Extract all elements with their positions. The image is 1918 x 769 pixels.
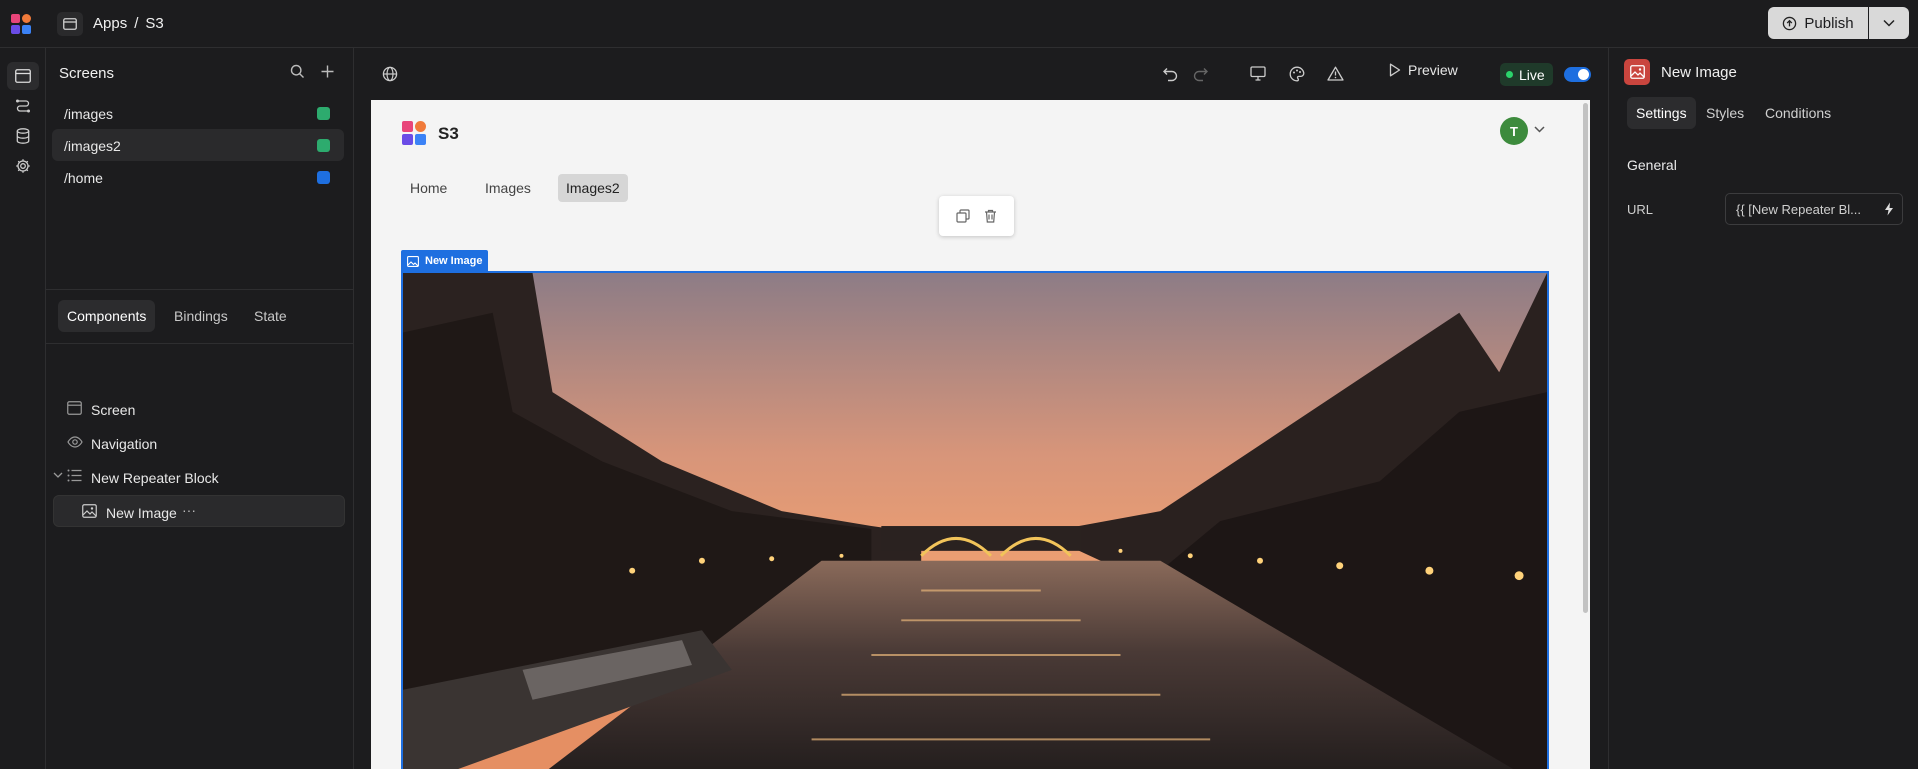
tab-conditions[interactable]: Conditions [1756,97,1840,129]
breadcrumb-apps[interactable]: Apps [93,15,127,32]
screen-status-square [317,107,330,120]
gear-icon [16,159,30,173]
layout-icon [15,69,31,83]
tab-settings[interactable]: Settings [1627,97,1696,129]
navigation-rail [0,48,46,769]
url-label: URL [1627,202,1654,217]
tree-item-repeater[interactable]: New Repeater Block [53,461,345,493]
breadcrumb-separator: / [134,15,139,32]
tree-item-label: Navigation [91,436,158,452]
nav-link-images[interactable]: Images [477,174,539,202]
upload-icon [1783,16,1797,30]
image-icon [1624,59,1650,85]
palette-icon[interactable] [1289,66,1305,82]
live-status-badge: Live [1500,63,1553,86]
breadcrumb: Apps / S3 [93,15,164,32]
screen-status-square [317,171,330,184]
database-icon [16,128,30,144]
publish-options-button[interactable] [1869,7,1909,39]
desktop-icon[interactable] [1250,66,1266,81]
toggle-knob [1578,69,1589,80]
trash-icon[interactable] [984,209,997,223]
globe-icon[interactable] [382,66,398,82]
screen-path: /images2 [64,138,121,154]
chevron-down-icon [1883,19,1895,27]
right-panel: New Image Settings Styles Conditions Gen… [1608,48,1918,769]
top-bar [0,0,1918,48]
canal-sunset-photo [403,273,1547,769]
rail-automations-button[interactable] [7,92,39,120]
more-options-icon[interactable]: ··· [182,502,196,518]
eye-icon [67,435,83,449]
search-icon [290,64,304,78]
tab-components[interactable]: Components [58,300,156,332]
tree-item-navigation[interactable]: Navigation [53,427,345,459]
image-icon [407,255,419,267]
nav-link-home[interactable]: Home [402,174,455,202]
preview-button[interactable]: Preview [1389,62,1458,78]
duplicate-icon[interactable] [956,209,970,223]
warning-icon[interactable] [1327,66,1344,81]
redo-icon[interactable] [1192,66,1209,82]
publish-label: Publish [1804,14,1854,32]
chevron-down-icon[interactable] [53,472,63,479]
chevron-down-icon[interactable] [1534,126,1545,133]
add-screen-button[interactable] [320,64,335,79]
tree-item-label: Screen [91,402,136,418]
publish-button[interactable]: Publish [1768,7,1868,39]
user-avatar[interactable]: T [1500,117,1528,145]
tab-state[interactable]: State [245,300,296,332]
rail-settings-button[interactable] [7,152,39,180]
screen-path: /images [64,106,114,122]
component-title: New Image [1661,64,1737,81]
tab-bindings[interactable]: Bindings [165,300,237,332]
flow-icon [16,99,30,113]
live-dot [1506,71,1513,78]
undo-icon[interactable] [1162,66,1179,82]
lightning-icon[interactable] [1884,202,1894,216]
app-name: S3 [438,124,459,143]
screen-item-images[interactable]: /images [52,97,344,129]
play-icon [1389,63,1401,77]
canvas-scrollbar[interactable] [1583,103,1588,613]
breadcrumb-app[interactable]: S3 [145,15,163,32]
tree-item-label: New Repeater Block [91,470,219,486]
image-component[interactable] [401,271,1549,769]
tree-item-screen[interactable]: Screen [53,393,345,425]
screens-title: Screens [59,65,115,82]
screen-icon [67,401,82,415]
selected-component-label[interactable]: New Image [401,250,489,272]
screen-status-square [317,139,330,152]
screen-item-images2[interactable]: /images2 [52,129,344,161]
image-icon [82,504,97,518]
left-panel: Screens /images /images2 /home Component… [46,48,354,769]
section-heading: General [1627,157,1677,173]
rail-data-button[interactable] [7,122,39,150]
live-label: Live [1519,66,1545,83]
url-value: {{ [New Repeater Bl... [1736,202,1862,217]
tree-item-label: New Image [106,505,177,521]
app-brand-icon [401,120,427,146]
search-screens-button[interactable] [290,64,305,79]
sidebar-icon [63,18,77,30]
tree-item-new-image[interactable]: New Image ··· [53,495,345,527]
screen-path: /home [64,170,103,186]
component-floating-toolbar [939,196,1014,236]
tab-styles[interactable]: Styles [1697,97,1753,129]
list-icon [67,469,82,482]
plus-icon [321,65,334,78]
app-logo-icon[interactable] [10,13,32,35]
screen-item-home[interactable]: /home [52,161,344,193]
panel-toggle-button[interactable] [57,12,83,36]
panel-divider [46,289,354,290]
rail-screens-button[interactable] [7,62,39,90]
nav-link-images2[interactable]: Images2 [558,174,628,202]
panel-divider [46,343,354,344]
canvas-toolbar: Preview Live [354,48,1608,100]
live-toggle[interactable] [1564,67,1591,82]
app-canvas: S3 T Home Images Images2 New Image [371,100,1590,769]
preview-label: Preview [1408,62,1458,78]
url-input[interactable]: {{ [New Repeater Bl... [1725,193,1903,225]
